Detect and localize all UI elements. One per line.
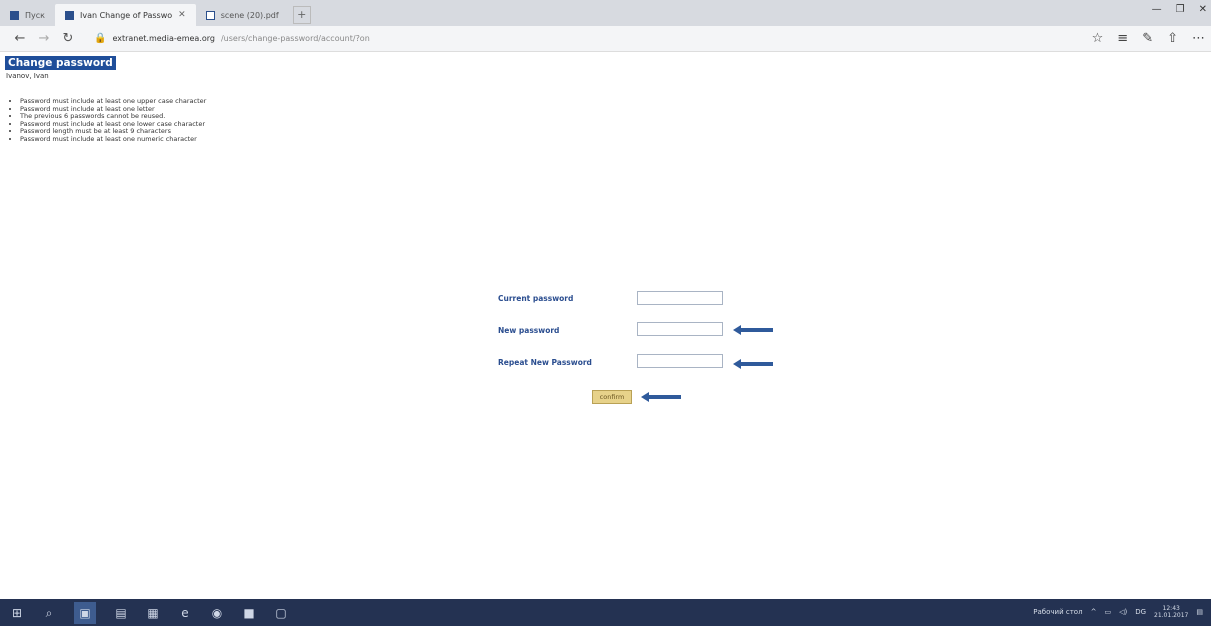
- tray-expand-icon[interactable]: ^: [1091, 608, 1097, 616]
- lock-icon: 🔒: [94, 33, 107, 44]
- page-content: Change password Ivanov, Ivan Password mu…: [0, 52, 1211, 599]
- current-password-label: Current password: [498, 294, 574, 303]
- confirm-button[interactable]: confirm: [592, 390, 632, 404]
- volume-icon[interactable]: ◁): [1119, 608, 1127, 616]
- start-tab-icon: [10, 10, 19, 20]
- hub-icon[interactable]: ≡: [1117, 31, 1128, 46]
- rule-item: Password must include at least one numer…: [20, 135, 206, 144]
- back-icon[interactable]: ←: [8, 31, 32, 46]
- address-bar: ← → ↻ 🔒 extranet.media-emea.org /users/c…: [0, 26, 1211, 52]
- tray-label: Рабочий стол: [1033, 608, 1083, 616]
- tab-label: Пуск: [25, 10, 45, 20]
- tab-pdf[interactable]: scene (20).pdf: [196, 4, 289, 26]
- task-view-icon[interactable]: ▣: [74, 601, 96, 624]
- tab-label: scene (20).pdf: [220, 10, 279, 20]
- language-indicator[interactable]: DG: [1135, 608, 1146, 616]
- share-icon[interactable]: ⇧: [1167, 31, 1178, 46]
- restore-icon[interactable]: ❐: [1176, 4, 1185, 15]
- minimize-icon[interactable]: —: [1152, 4, 1162, 15]
- tab-label: Ivan Change of Passwo: [79, 10, 173, 20]
- taskbar: ⊞ ⌕ ▣ ▤ ▦ e ◉ ■ ▢ Рабочий стол ^ ▭ ◁) DG…: [0, 599, 1211, 626]
- app-icon[interactable]: ■: [242, 606, 256, 620]
- clock-date: 21.01.2017: [1154, 612, 1189, 619]
- clock-time: 12:43: [1162, 605, 1180, 612]
- close-window-icon[interactable]: ✕: [1199, 4, 1207, 15]
- user-name: Ivanov, Ivan: [6, 72, 49, 80]
- tab-bar: Пуск Ivan Change of Passwo ✕ scene (20).…: [0, 0, 1211, 26]
- chrome-icon[interactable]: ◉: [210, 606, 224, 620]
- windows-start-icon[interactable]: ⊞: [10, 606, 24, 620]
- notifications-icon[interactable]: ▤: [1196, 608, 1203, 616]
- tab-start[interactable]: Пуск: [0, 4, 55, 26]
- arrow-left-icon: [733, 325, 773, 335]
- browser-tools: ☆ ≡ ✎ ⇧ ⋯: [1092, 31, 1205, 46]
- edge-icon[interactable]: e: [178, 606, 192, 620]
- notes-icon[interactable]: ✎: [1142, 31, 1153, 46]
- page-tab-icon: [64, 10, 74, 20]
- current-password-field[interactable]: [637, 291, 723, 305]
- search-icon[interactable]: ⌕: [42, 606, 56, 620]
- file-explorer-icon[interactable]: ▤: [114, 606, 128, 620]
- window-controls: — ❐ ✕: [1152, 4, 1207, 15]
- new-password-field[interactable]: [637, 322, 723, 336]
- pdf-app-icon[interactable]: ▢: [274, 606, 288, 620]
- arrow-left-icon: [733, 359, 773, 369]
- repeat-password-label: Repeat New Password: [498, 358, 592, 367]
- system-tray: Рабочий стол ^ ▭ ◁) DG 12:43 21.01.2017 …: [1033, 605, 1203, 619]
- url-path: /users/change-password/account/?on: [220, 34, 370, 43]
- pdf-tab-icon: [205, 10, 215, 20]
- tab-change-password[interactable]: Ivan Change of Passwo ✕: [54, 4, 196, 26]
- forward-icon[interactable]: →: [32, 31, 56, 46]
- close-tab-icon[interactable]: ✕: [178, 10, 186, 20]
- store-icon[interactable]: ▦: [146, 606, 160, 620]
- url-field[interactable]: 🔒 extranet.media-emea.org /users/change-…: [94, 33, 370, 44]
- more-icon[interactable]: ⋯: [1192, 31, 1205, 46]
- arrow-left-icon: [641, 392, 681, 402]
- password-rules: Password must include at least one upper…: [20, 97, 206, 144]
- refresh-icon[interactable]: ↻: [56, 31, 80, 46]
- clock[interactable]: 12:43 21.01.2017: [1154, 605, 1188, 619]
- network-icon[interactable]: ▭: [1104, 608, 1111, 616]
- new-password-label: New password: [498, 326, 560, 335]
- favorite-icon[interactable]: ☆: [1092, 31, 1104, 46]
- repeat-password-field[interactable]: [637, 354, 723, 368]
- page-title: Change password: [5, 56, 116, 70]
- new-tab-button[interactable]: +: [292, 6, 311, 24]
- url-host: extranet.media-emea.org: [112, 34, 215, 43]
